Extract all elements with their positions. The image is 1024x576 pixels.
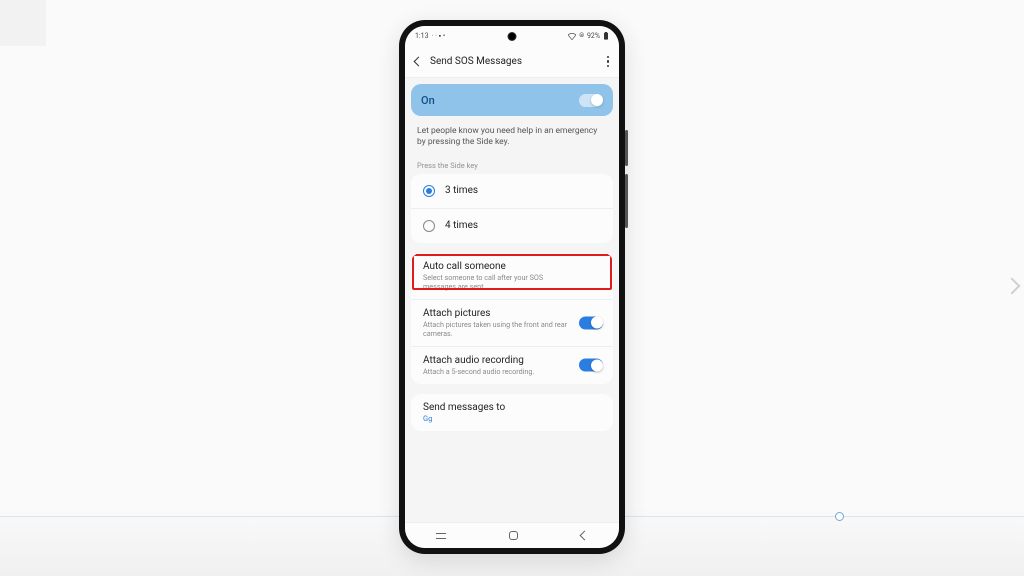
- attach-pictures-row[interactable]: Attach pictures Attach pictures taken us…: [411, 299, 613, 346]
- android-nav-bar: [405, 522, 619, 548]
- wifi-icon: [568, 33, 576, 40]
- feature-description: Let people know you need help in an emer…: [405, 116, 619, 155]
- radio-button-icon: [423, 185, 435, 197]
- attach-audio-toggle[interactable]: [579, 359, 603, 372]
- status-time: 1:13: [415, 32, 429, 40]
- press-option-4-times[interactable]: 4 times: [411, 208, 613, 243]
- master-toggle-label: On: [421, 94, 435, 107]
- chapter-marker: [0, 0, 46, 46]
- master-toggle-switch[interactable]: [579, 94, 603, 107]
- phone-frame: 1:13 · · ▪ • ⦾ 92% Send SOS Messages On …: [399, 20, 625, 554]
- recents-icon[interactable]: [436, 533, 446, 539]
- home-icon[interactable]: [509, 531, 518, 540]
- recipients-card: Send messages to Gg: [411, 394, 613, 431]
- battery-icon: [603, 32, 609, 40]
- attach-audio-row[interactable]: Attach audio recording Attach a 5-second…: [411, 346, 613, 384]
- nfc-icon: ⦾: [579, 32, 584, 40]
- setting-title: Attach audio recording: [423, 355, 601, 366]
- radio-label: 4 times: [445, 220, 478, 231]
- setting-subtitle: Attach a 5-second audio recording.: [423, 367, 601, 376]
- setting-title: Auto call someone: [423, 261, 601, 272]
- back-nav-icon[interactable]: [579, 531, 589, 541]
- app-header: Send SOS Messages: [405, 46, 619, 78]
- phone-side-button: [625, 130, 628, 166]
- recipient-value: Gg: [423, 414, 601, 423]
- auto-call-row[interactable]: Auto call someone Select someone to call…: [411, 253, 613, 299]
- options-card: Auto call someone Select someone to call…: [411, 253, 613, 384]
- setting-subtitle: Attach pictures taken using the front an…: [423, 320, 601, 338]
- master-toggle-row[interactable]: On: [411, 84, 613, 116]
- more-options-icon[interactable]: [607, 56, 610, 68]
- battery-text: 92%: [587, 32, 600, 40]
- camera-punch-hole: [508, 32, 517, 41]
- phone-screen: 1:13 · · ▪ • ⦾ 92% Send SOS Messages On …: [405, 26, 619, 548]
- phone-side-button: [625, 174, 628, 228]
- page-title: Send SOS Messages: [430, 56, 599, 67]
- back-icon[interactable]: [414, 57, 424, 67]
- radio-button-icon: [423, 220, 435, 232]
- setting-subtitle: Select someone to call after your SOS me…: [423, 273, 601, 291]
- next-slide-arrow[interactable]: [1004, 278, 1021, 295]
- send-messages-to-row[interactable]: Send messages to Gg: [411, 394, 613, 431]
- press-section-label: Press the Side key: [405, 155, 619, 174]
- press-option-3-times[interactable]: 3 times: [411, 174, 613, 208]
- progress-handle[interactable]: [835, 512, 844, 521]
- setting-title: Send messages to: [423, 402, 601, 413]
- radio-label: 3 times: [445, 185, 478, 196]
- setting-title: Attach pictures: [423, 308, 601, 319]
- press-count-card: 3 times 4 times: [411, 174, 613, 243]
- settings-content: On Let people know you need help in an e…: [405, 78, 619, 522]
- attach-pictures-toggle[interactable]: [579, 316, 603, 329]
- status-misc-icon: · · ▪ •: [432, 32, 446, 40]
